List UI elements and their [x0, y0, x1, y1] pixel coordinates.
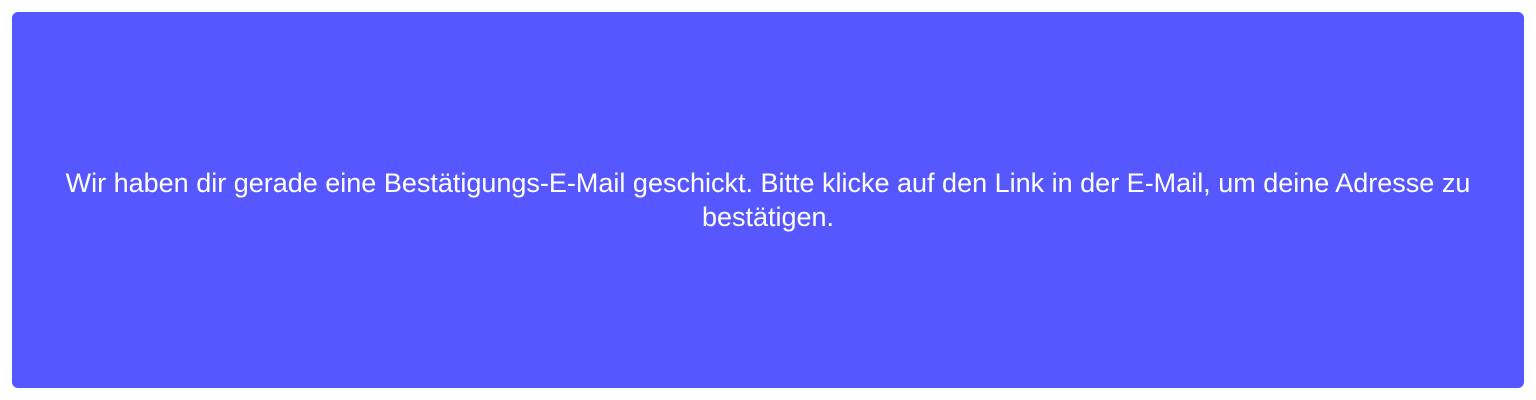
- confirmation-message: Wir haben dir gerade eine Bestätigungs-E…: [65, 168, 1471, 232]
- confirmation-notice-panel: Wir haben dir gerade eine Bestätigungs-E…: [12, 12, 1524, 388]
